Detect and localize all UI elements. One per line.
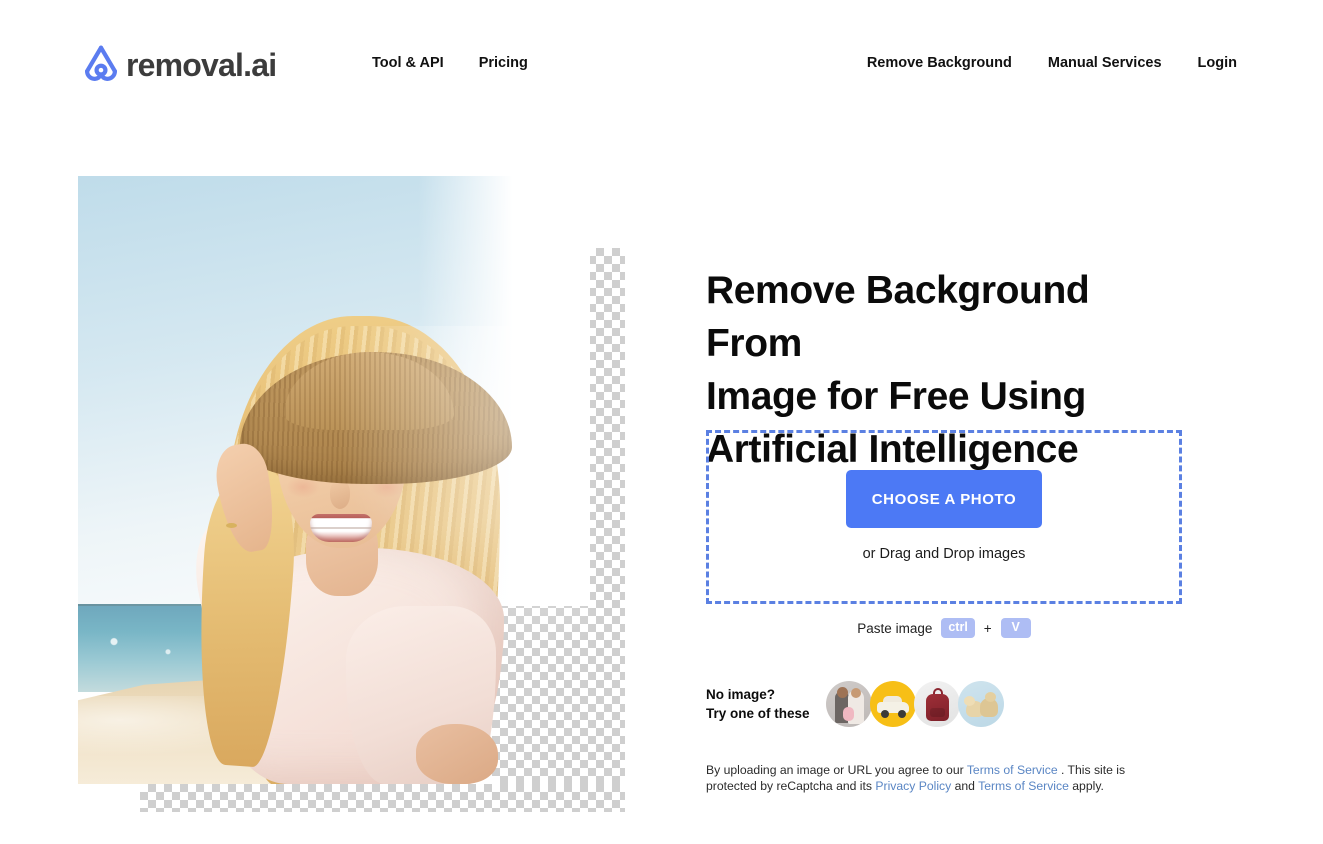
sample-images-label: No image? Try one of these <box>706 685 824 723</box>
site-header: removal.ai Tool & API Pricing Remove Bac… <box>0 0 1323 128</box>
sample-thumbnails <box>826 681 1004 727</box>
paste-image-row: Paste image ctrl + V <box>706 618 1182 638</box>
hero-photo <box>78 176 590 784</box>
brand-name: removal.ai <box>126 47 277 83</box>
page-title-line-2: Image for Free Using <box>706 375 1086 419</box>
legal-disclaimer: By uploading an image or URL you agree t… <box>706 762 1166 794</box>
brand-logo[interactable]: removal.ai <box>78 41 277 87</box>
nav-item-manual-services[interactable]: Manual Services <box>1048 54 1162 73</box>
sample-thumb-backpack[interactable] <box>914 681 960 727</box>
subject-ring <box>226 523 237 528</box>
transparency-checkerboard-bottom <box>140 784 625 812</box>
drag-and-drop-hint: or Drag and Drop images <box>862 546 1026 562</box>
sample-label-line-2: Try one of these <box>706 706 810 721</box>
paste-image-label: Paste image <box>857 620 933 636</box>
subject-nose <box>330 481 350 509</box>
subject-knee <box>416 724 498 784</box>
subject-smile <box>310 514 372 542</box>
terms-of-service-link-2[interactable]: Terms of Service <box>978 779 1069 793</box>
privacy-policy-link[interactable]: Privacy Policy <box>875 779 951 793</box>
primary-nav-right: Remove Background Manual Services Login <box>867 54 1237 73</box>
removal-ai-logo-icon <box>84 45 118 81</box>
sample-thumb-car[interactable] <box>870 681 916 727</box>
sample-thumb-family[interactable] <box>826 681 872 727</box>
kbd-v[interactable]: V <box>1000 618 1031 638</box>
hero-before-after-image <box>78 176 625 812</box>
choose-a-photo-button[interactable]: CHOOSE A PHOTO <box>846 470 1042 528</box>
legal-text-1: By uploading an image or URL you agree t… <box>706 763 967 778</box>
nav-item-tool-api[interactable]: Tool & API <box>372 54 444 73</box>
nav-item-pricing[interactable]: Pricing <box>479 54 528 73</box>
primary-nav-left: Tool & API Pricing <box>372 54 528 73</box>
terms-of-service-link-1[interactable]: Terms of Service <box>967 763 1058 777</box>
nav-item-remove-background[interactable]: Remove Background <box>867 54 1012 73</box>
nav-item-login[interactable]: Login <box>1198 54 1237 73</box>
legal-text-4: apply. <box>1068 779 1104 794</box>
legal-text-3: and <box>951 779 979 794</box>
sample-label-line-1: No image? <box>706 687 776 702</box>
kbd-ctrl[interactable]: ctrl <box>941 618 975 638</box>
upload-dropzone[interactable]: CHOOSE A PHOTO or Drag and Drop images <box>706 430 1182 604</box>
page-title-line-1: Remove Background From <box>706 269 1090 366</box>
sample-thumb-dogs[interactable] <box>958 681 1004 727</box>
sample-images-row: No image? Try one of these <box>706 681 1004 727</box>
kbd-plus-separator: + <box>983 620 992 636</box>
